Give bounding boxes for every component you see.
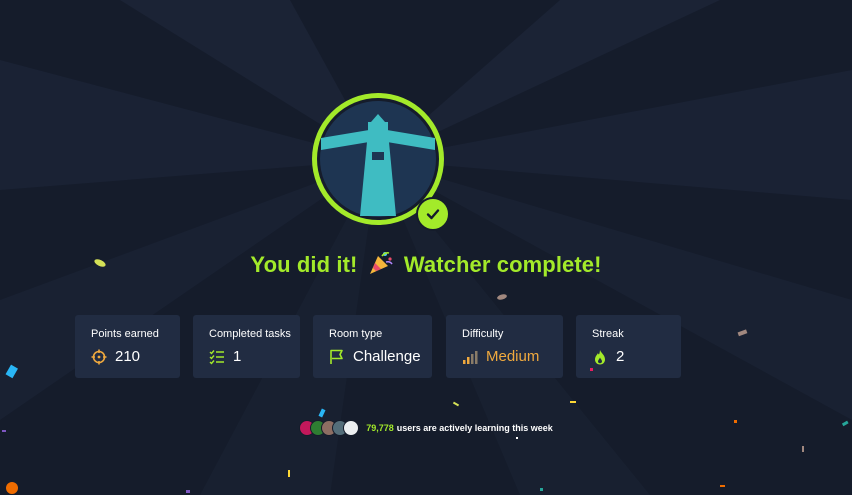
avatar [343, 420, 360, 436]
checklist-icon [209, 349, 225, 365]
completion-headline: You did it! Watcher complete! [0, 250, 852, 282]
party-popper-icon [368, 250, 394, 282]
streak-value: 2 [616, 348, 625, 365]
signal-bars-icon [462, 349, 478, 365]
active-users-count: 79,778 [366, 423, 394, 433]
stat-card-difficulty: Difficulty Medium [446, 315, 563, 378]
difficulty-value: Medium [486, 348, 540, 365]
room-type-label: Room type [329, 328, 383, 340]
flame-icon [592, 349, 608, 365]
headline-prefix: You did it! [250, 251, 358, 277]
stat-card-points: Points earned 210 [75, 315, 180, 378]
points-label: Points earned [91, 328, 159, 340]
tasks-label: Completed tasks [209, 328, 291, 340]
crosshair-icon [91, 349, 107, 365]
difficulty-label: Difficulty [462, 328, 504, 340]
streak-label: Streak [592, 328, 624, 340]
active-users-text: users are actively learning this week [396, 423, 553, 433]
stat-card-room-type: Room type Challenge [313, 315, 432, 378]
room-type-value: Challenge [353, 348, 421, 365]
stat-card-streak: Streak 2 [576, 315, 681, 378]
headline-suffix: Watcher complete! [403, 251, 602, 277]
community-activity: 79,778 users are actively learning this … [0, 420, 852, 436]
avatar-stack [299, 420, 360, 436]
points-value: 210 [115, 348, 141, 365]
tasks-value: 1 [233, 348, 242, 365]
stat-card-tasks: Completed tasks 1 [193, 315, 300, 378]
completed-check-icon [416, 197, 450, 231]
room-badge [311, 92, 450, 231]
flag-icon [329, 349, 345, 365]
